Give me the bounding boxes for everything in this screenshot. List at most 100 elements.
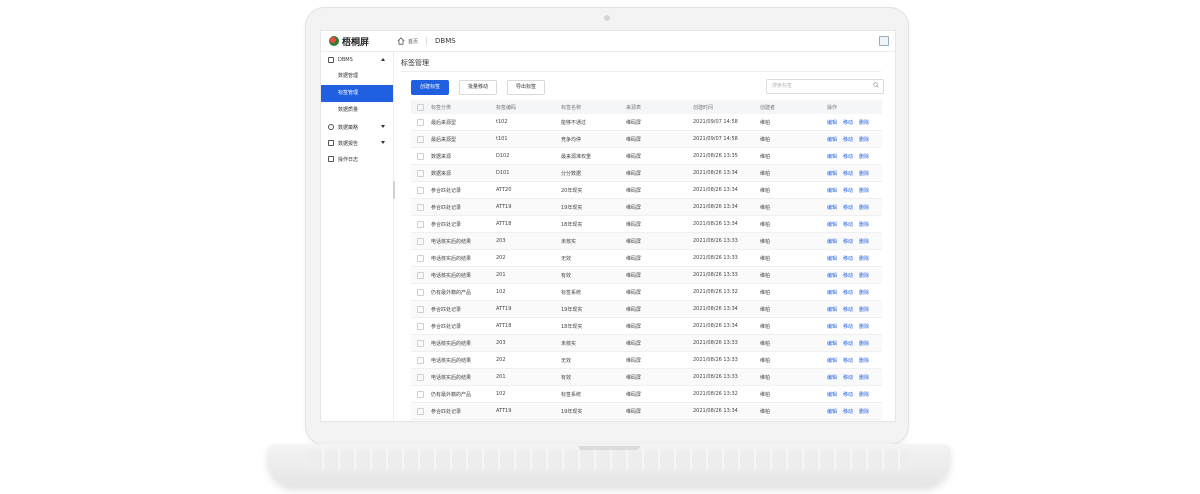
sidebar-group-dbms[interactable]: DBMS	[321, 52, 393, 68]
move-link[interactable]: 移动	[843, 154, 853, 160]
edit-link[interactable]: 编辑	[827, 256, 837, 262]
table-row[interactable]: 参合匹处记录 ATT20 20年现实 维码屏 2021/08/26 13:34 维柏 编辑移…	[411, 181, 882, 199]
delete-link[interactable]: 删除	[859, 358, 869, 364]
sidebar-scrollbar[interactable]	[393, 181, 395, 199]
table-row[interactable]: 数据来源 D101 分分数据 维码屏 2021/08/26 13:34 维柏 编辑 移动 删除	[411, 164, 882, 182]
move-link[interactable]: 移动	[843, 324, 853, 330]
move-link[interactable]: 移动	[843, 120, 853, 126]
search-input[interactable]	[767, 80, 867, 91]
row-checkbox[interactable]	[417, 254, 424, 262]
move-link[interactable]: 移动	[843, 375, 853, 381]
sidebar-group-report[interactable]: 数据报告	[321, 135, 393, 151]
create-tag-button[interactable]: 创建标签	[411, 80, 450, 95]
select-all-checkbox[interactable]	[417, 103, 424, 111]
home-icon[interactable]	[397, 37, 405, 45]
delete-link[interactable]: 删除	[859, 324, 869, 330]
row-checkbox[interactable]	[417, 203, 424, 211]
table-row[interactable]: 最后来源型 t101 竞争均停 维码屏 2021/09/07 14:58 维柏 编辑 移动 删除	[411, 130, 882, 148]
delete-link[interactable]: 删除	[859, 409, 869, 415]
table-row[interactable]: 最后来源型 t102 能够不通过 维码屏 2021/09/07 14:58 维柏 编辑 移动删…	[411, 114, 882, 131]
edit-link[interactable]: 编辑	[827, 409, 837, 415]
move-link[interactable]: 移动	[843, 273, 853, 279]
row-checkbox[interactable]	[417, 288, 424, 296]
delete-link[interactable]: 删除	[859, 341, 869, 347]
table-row[interactable]: 数据来源 D102 最来源准权重 维码屏 2021/08/26 13:35 维柏 编辑 移动删…	[411, 147, 882, 165]
row-checkbox[interactable]	[417, 271, 424, 279]
row-checkbox[interactable]	[417, 169, 424, 177]
search-icon[interactable]	[873, 82, 879, 88]
move-link[interactable]: 移动	[843, 409, 853, 415]
table-row[interactable]: 参合匹处记录 ATT19 19年现实 维码屏 2021/08/26 13:34 维柏 编辑移…	[411, 300, 882, 318]
edit-link[interactable]: 编辑	[827, 120, 837, 126]
table-row[interactable]: 参合匹处记录 ATT19 19年现实 维码屏 2021/08/26 13:34 维柏 编辑移…	[411, 198, 882, 216]
table-row[interactable]: 电话核实后的结果 203 未核实 维码屏 2021/08/26 13:33 维柏 编辑 移动删…	[411, 334, 882, 352]
breadcrumb-home[interactable]: 首页	[408, 38, 418, 45]
edit-link[interactable]: 编辑	[827, 154, 837, 160]
edit-link[interactable]: 编辑	[827, 222, 837, 228]
delete-link[interactable]: 删除	[859, 154, 869, 160]
table-row[interactable]: 电话核实后的结果 203 未核实 维码屏 2021/08/26 13:33 维柏 编辑 移动删…	[411, 232, 882, 250]
edit-link[interactable]: 编辑	[827, 188, 837, 194]
row-checkbox[interactable]	[417, 373, 424, 381]
move-link[interactable]: 移动	[843, 188, 853, 194]
row-checkbox[interactable]	[417, 152, 424, 160]
edit-link[interactable]: 编辑	[827, 341, 837, 347]
row-checkbox[interactable]	[417, 186, 424, 194]
move-link[interactable]: 移动	[843, 290, 853, 296]
move-link[interactable]: 移动	[843, 341, 853, 347]
table-row[interactable]: 电话核实后的结果 201 有效 维码屏 2021/08/26 13:33 维柏 编辑 移动 删除	[411, 368, 882, 386]
edit-link[interactable]: 编辑	[827, 307, 837, 313]
export-tag-button[interactable]: 导出标签	[507, 80, 546, 95]
table-row[interactable]: 参合匹处记录 ATT19 19年现实 维码屏 2021/08/26 13:34 维柏 编辑移…	[411, 402, 882, 420]
delete-link[interactable]: 删除	[859, 307, 869, 313]
sidebar-item-data-quality[interactable]: 数据质量	[321, 102, 393, 119]
edit-link[interactable]: 编辑	[827, 392, 837, 398]
edit-link[interactable]: 编辑	[827, 273, 837, 279]
move-link[interactable]: 移动	[843, 222, 853, 228]
table-row[interactable]: 仍有最外籍的产品 102 标签系统 维码屏 2021/08/26 13:32 维柏 编辑 移动…	[411, 283, 882, 301]
delete-link[interactable]: 删除	[859, 120, 869, 126]
delete-link[interactable]: 删除	[859, 205, 869, 211]
table-row[interactable]: 参合匹处记录ATT1818年现实维码屏2021/08/26 13:34维柏编辑移…	[411, 317, 882, 335]
move-link[interactable]: 移动	[843, 256, 853, 262]
row-checkbox[interactable]	[417, 390, 424, 398]
move-link[interactable]: 移动	[843, 137, 853, 143]
row-checkbox[interactable]	[417, 135, 424, 143]
delete-link[interactable]: 删除	[859, 375, 869, 381]
move-link[interactable]: 移动	[843, 171, 853, 177]
row-checkbox[interactable]	[417, 118, 424, 126]
move-link[interactable]: 移动	[843, 239, 853, 245]
delete-link[interactable]: 删除	[859, 256, 869, 262]
table-row[interactable]: 电话核实后的结果 202 无效 维码屏 2021/08/26 13:33 维柏 编辑 移动 删除	[411, 249, 882, 267]
delete-link[interactable]: 删除	[859, 239, 869, 245]
delete-link[interactable]: 删除	[859, 222, 869, 228]
table-row[interactable]: 电话核实后的结果 202 无效 维码屏 2021/08/26 13:33 维柏 编辑 移动 删除	[411, 351, 882, 369]
batch-move-button[interactable]: 批量移动	[459, 80, 498, 95]
sidebar-group-strategy[interactable]: 数据策略	[321, 119, 393, 135]
edit-link[interactable]: 编辑	[827, 358, 837, 364]
edit-link[interactable]: 编辑	[827, 171, 837, 177]
row-checkbox[interactable]	[417, 356, 424, 364]
row-checkbox[interactable]	[417, 305, 424, 313]
delete-link[interactable]: 删除	[859, 137, 869, 143]
table-row[interactable]: 电话核实后的结果 201 有效 维码屏 2021/08/26 13:33 维柏 编辑 移动 删除	[411, 266, 882, 284]
row-checkbox[interactable]	[417, 322, 424, 330]
sidebar-item-data-management[interactable]: 数据管理	[321, 68, 393, 85]
move-link[interactable]: 移动	[843, 392, 853, 398]
move-link[interactable]: 移动	[843, 307, 853, 313]
logo[interactable]: 梧桐屏	[329, 35, 393, 48]
edit-link[interactable]: 编辑	[827, 375, 837, 381]
row-checkbox[interactable]	[417, 220, 424, 228]
sidebar-group-log[interactable]: 操作日志	[321, 151, 393, 167]
delete-link[interactable]: 删除	[859, 171, 869, 177]
edit-link[interactable]: 编辑	[827, 324, 837, 330]
edit-link[interactable]: 编辑	[827, 137, 837, 143]
sidebar-item-tag-management[interactable]: 标签管理	[321, 85, 393, 102]
edit-link[interactable]: 编辑	[827, 239, 837, 245]
edit-link[interactable]: 编辑	[827, 205, 837, 211]
row-checkbox[interactable]	[417, 237, 424, 245]
row-checkbox[interactable]	[417, 407, 424, 415]
delete-link[interactable]: 删除	[859, 290, 869, 296]
row-checkbox[interactable]	[417, 339, 424, 347]
move-link[interactable]: 移动	[843, 358, 853, 364]
